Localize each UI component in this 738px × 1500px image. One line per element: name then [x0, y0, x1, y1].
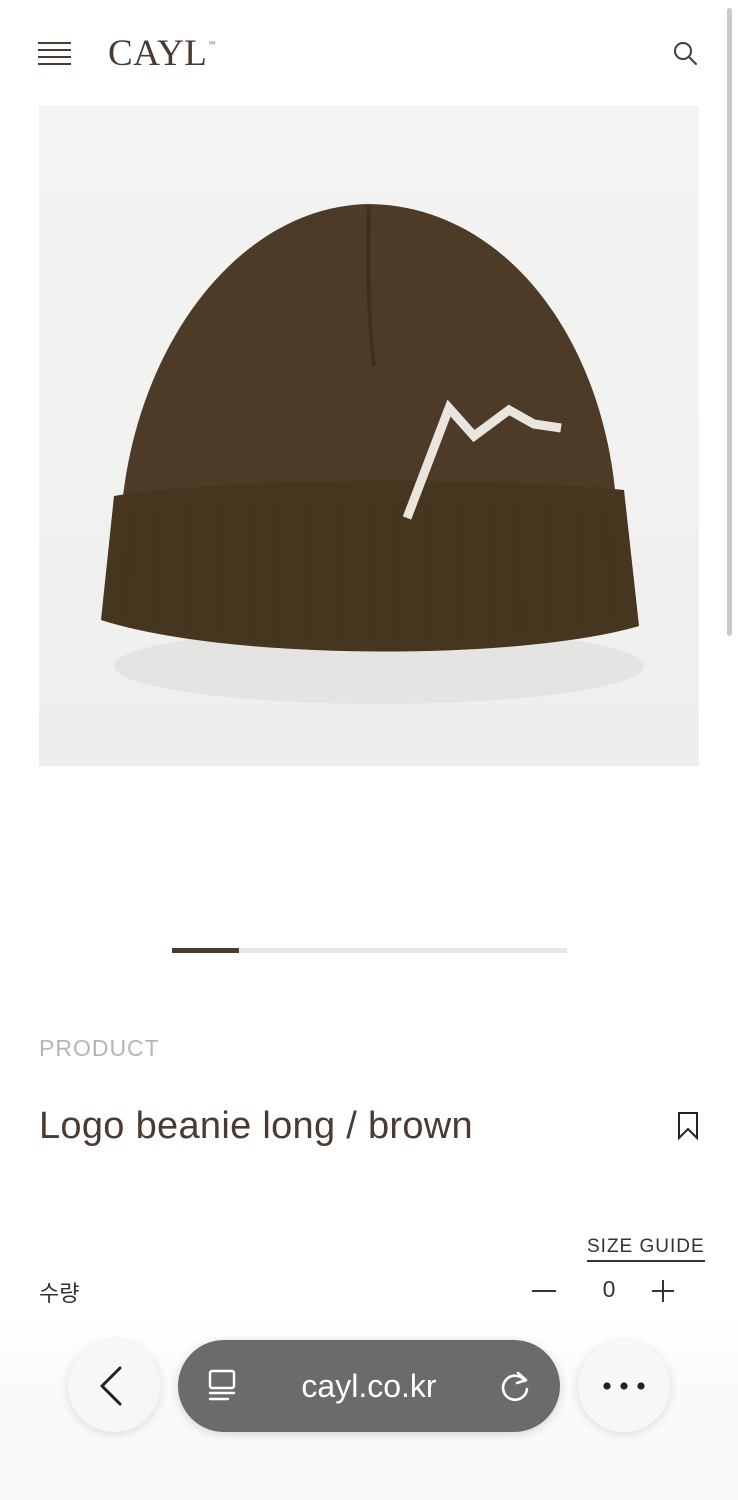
trademark-mark: ™ [208, 40, 216, 48]
product-image[interactable] [39, 106, 699, 766]
more-dots-icon [603, 1382, 645, 1390]
browser-more-button[interactable] [578, 1340, 670, 1432]
hamburger-icon-line [38, 63, 71, 65]
browser-back-button[interactable] [68, 1340, 160, 1432]
quantity-minus-button[interactable] [530, 1275, 558, 1305]
brand-logo[interactable]: CAYL™ [108, 32, 216, 75]
reload-icon[interactable] [496, 1367, 534, 1405]
product-title: Logo beanie long / brown [39, 1105, 473, 1147]
site-header: CAYL™ [0, 0, 738, 106]
gallery-pager-progress [172, 948, 240, 953]
gallery-pager[interactable] [172, 948, 567, 953]
quantity-plus-button[interactable] [650, 1275, 678, 1305]
hamburger-icon-line [38, 56, 71, 58]
quantity-label: 수량 [39, 1282, 80, 1307]
beanie-illustration [101, 204, 644, 704]
search-icon[interactable] [672, 40, 698, 66]
page-scrollbar[interactable] [727, 8, 732, 636]
brand-logo-text: CAYL [108, 33, 208, 74]
hamburger-menu-button[interactable] [38, 40, 72, 68]
hamburger-icon-line [38, 42, 71, 44]
bookmark-icon[interactable] [676, 1111, 700, 1141]
size-guide-link[interactable]: SIZE GUIDE [587, 1236, 705, 1262]
quantity-value[interactable]: 0 [596, 1276, 622, 1303]
browser-url-bar[interactable]: cayl.co.kr [178, 1340, 560, 1432]
chevron-left-icon [100, 1366, 122, 1406]
product-category: PRODUCT [39, 1035, 160, 1061]
hamburger-icon-line [38, 49, 71, 51]
beanie-cuff [101, 480, 639, 652]
